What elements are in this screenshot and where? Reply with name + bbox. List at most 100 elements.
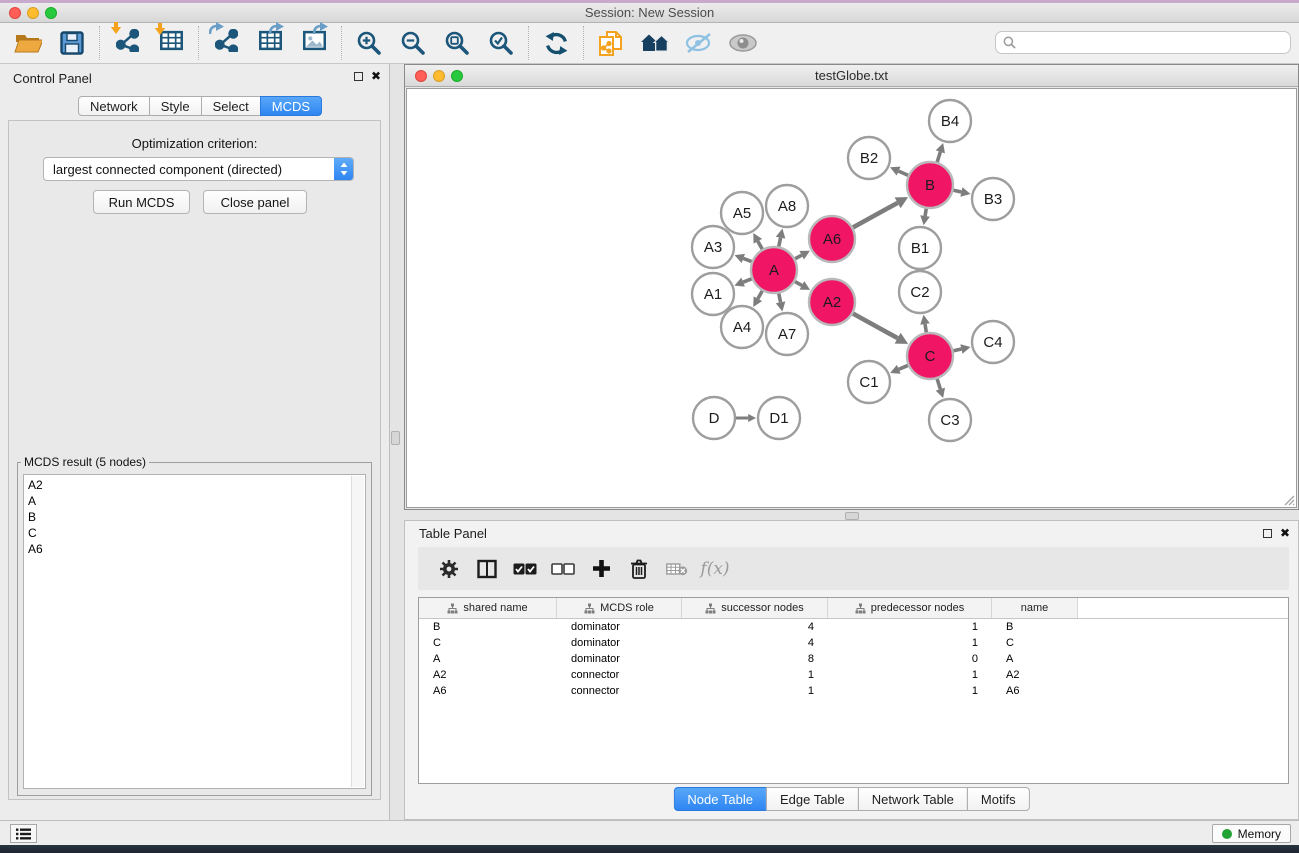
column-header-shared-name[interactable]: shared name	[419, 598, 557, 618]
close-window-button[interactable]	[9, 7, 21, 19]
table-cell[interactable]: 1	[828, 683, 992, 699]
table-cell[interactable]: 0	[828, 651, 992, 667]
horizontal-split-handle[interactable]	[845, 512, 859, 520]
table-row[interactable]: Cdominator41C	[419, 635, 1288, 651]
maximize-window-button[interactable]	[45, 7, 57, 19]
mcds-result-item[interactable]: A2	[28, 477, 365, 493]
mcds-result-item[interactable]: C	[28, 525, 365, 541]
graph-node-A2[interactable]: A2	[809, 279, 855, 325]
graph-node-A4[interactable]: A4	[721, 306, 763, 348]
graph-node-B1[interactable]: B1	[899, 227, 941, 269]
clone-network-button[interactable]	[589, 26, 633, 60]
table-cell[interactable]: dominator	[557, 619, 682, 635]
show-details-button[interactable]	[721, 26, 765, 60]
table-cell[interactable]: A6	[419, 683, 557, 699]
float-panel-icon[interactable]	[354, 72, 363, 81]
table-row[interactable]: A2connector11A2	[419, 667, 1288, 683]
graph-node-A5[interactable]: A5	[721, 192, 763, 234]
hide-details-button[interactable]	[677, 26, 721, 60]
table-cell[interactable]: dominator	[557, 635, 682, 651]
export-image-button[interactable]	[292, 26, 336, 60]
zoom-out-button[interactable]	[391, 26, 435, 60]
graph-node-C3[interactable]: C3	[929, 399, 971, 441]
home-view-button[interactable]	[633, 26, 677, 60]
table-row[interactable]: A6connector11A6	[419, 683, 1288, 699]
zoom-fit-button[interactable]	[435, 26, 479, 60]
table-settings-button[interactable]	[430, 559, 468, 579]
maximize-network-button[interactable]	[451, 70, 463, 82]
table-cell[interactable]: 1	[828, 635, 992, 651]
task-history-button[interactable]	[10, 824, 37, 843]
table-cell[interactable]: C	[419, 635, 557, 651]
deselect-all-button[interactable]	[544, 563, 582, 575]
scrollbar-track[interactable]	[351, 476, 364, 787]
tab-style[interactable]: Style	[149, 96, 202, 116]
tab-select[interactable]: Select	[201, 96, 261, 116]
graph-node-A6[interactable]: A6	[809, 216, 855, 262]
tab-mcds[interactable]: MCDS	[260, 96, 322, 116]
graph-node-D1[interactable]: D1	[758, 397, 800, 439]
table-cell[interactable]: A6	[992, 683, 1078, 699]
table-cell[interactable]: 8	[682, 651, 828, 667]
table-cell[interactable]: 1	[828, 619, 992, 635]
graph-node-C1[interactable]: C1	[848, 361, 890, 403]
network-canvas[interactable]: B4B2BB3A8A5A6A3B1AC2A1A2A4A7C4CC1DD1C3	[406, 88, 1297, 508]
column-header-successor-nodes[interactable]: successor nodes	[682, 598, 828, 618]
tab-edge-table[interactable]: Edge Table	[766, 787, 859, 811]
zoom-in-button[interactable]	[347, 26, 391, 60]
graph-node-B2[interactable]: B2	[848, 137, 890, 179]
graph-node-C[interactable]: C	[907, 333, 953, 379]
search-field[interactable]	[1020, 36, 1290, 50]
tab-node-table[interactable]: Node Table	[673, 787, 767, 811]
table-cell[interactable]: 1	[682, 667, 828, 683]
table-cell[interactable]: 4	[682, 619, 828, 635]
tab-network[interactable]: Network	[78, 96, 150, 116]
table-cell[interactable]: A	[419, 651, 557, 667]
close-panel-icon[interactable]: ✖	[1280, 527, 1290, 539]
table-cell[interactable]: A2	[992, 667, 1078, 683]
mcds-result-item[interactable]: A	[28, 493, 365, 509]
mcds-result-item[interactable]: B	[28, 509, 365, 525]
import-network-button[interactable]	[105, 26, 149, 60]
float-panel-icon[interactable]	[1263, 529, 1272, 538]
resize-grip-icon[interactable]	[1283, 494, 1295, 506]
graph-node-B4[interactable]: B4	[929, 100, 971, 142]
memory-button[interactable]: Memory	[1212, 824, 1291, 843]
column-view-button[interactable]	[468, 559, 506, 579]
add-row-button[interactable]	[582, 559, 620, 578]
close-network-button[interactable]	[415, 70, 427, 82]
table-cell[interactable]: 4	[682, 635, 828, 651]
table-cell[interactable]: B	[992, 619, 1078, 635]
import-table-button[interactable]	[149, 26, 193, 60]
close-panel-button[interactable]: Close panel	[203, 190, 307, 214]
delete-row-button[interactable]	[620, 559, 658, 579]
graph-node-B[interactable]: B	[907, 162, 953, 208]
table-row[interactable]: Bdominator41B	[419, 619, 1288, 635]
graph-node-A1[interactable]: A1	[692, 273, 734, 315]
graph-node-D[interactable]: D	[693, 397, 735, 439]
graph-node-C2[interactable]: C2	[899, 271, 941, 313]
delete-table-button[interactable]	[658, 562, 696, 576]
open-session-button[interactable]	[6, 26, 50, 60]
table-cell[interactable]: dominator	[557, 651, 682, 667]
table-cell[interactable]: 1	[682, 683, 828, 699]
close-panel-icon[interactable]: ✖	[371, 70, 381, 82]
table-cell[interactable]: A2	[419, 667, 557, 683]
mcds-result-item[interactable]: A6	[28, 541, 365, 557]
table-cell[interactable]: B	[419, 619, 557, 635]
graph-node-A3[interactable]: A3	[692, 226, 734, 268]
table-row[interactable]: Adominator80A	[419, 651, 1288, 667]
zoom-selected-button[interactable]	[479, 26, 523, 60]
table-cell[interactable]: A	[992, 651, 1078, 667]
network-window-titlebar[interactable]: testGlobe.txt	[405, 65, 1298, 87]
save-session-button[interactable]	[50, 26, 94, 60]
graph-node-A[interactable]: A	[751, 247, 797, 293]
table-cell[interactable]: connector	[557, 667, 682, 683]
tab-motifs[interactable]: Motifs	[967, 787, 1030, 811]
table-cell[interactable]: 1	[828, 667, 992, 683]
apply-function-button[interactable]: f(x)	[696, 559, 734, 579]
graph-node-A7[interactable]: A7	[766, 313, 808, 355]
graph-node-A8[interactable]: A8	[766, 185, 808, 227]
tab-network-table[interactable]: Network Table	[858, 787, 968, 811]
table-cell[interactable]: connector	[557, 683, 682, 699]
